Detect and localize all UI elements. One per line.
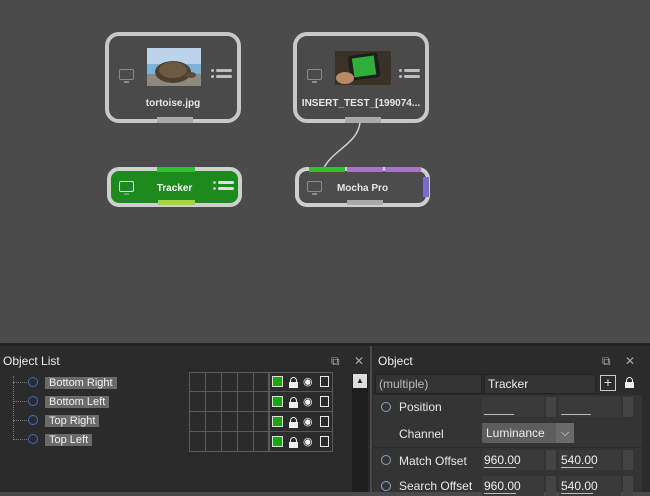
input-port[interactable] [157, 167, 195, 172]
restore-icon[interactable]: ⧉ [331, 354, 340, 369]
match-offset-y-field[interactable]: 540.00 [559, 450, 621, 470]
node-tracker[interactable]: Tracker [107, 167, 242, 207]
node-thumbnail [147, 48, 201, 86]
phone-greenscreen-image [335, 51, 391, 85]
restore-icon[interactable]: ⧉ [602, 354, 611, 369]
eye-icon[interactable]: ◉ [303, 437, 315, 448]
list-item-bottom-right[interactable]: Bottom Right [45, 377, 117, 389]
panel-title: Object List [3, 354, 60, 368]
tracker-object-icon [28, 377, 38, 387]
document-icon[interactable] [320, 436, 329, 447]
scrollbar[interactable]: ▲ [352, 374, 368, 492]
position-x-underline [484, 414, 514, 415]
eye-icon[interactable]: ◉ [303, 377, 315, 388]
eye-icon[interactable]: ◉ [303, 417, 315, 428]
add-button[interactable]: + [600, 375, 616, 391]
eye-icon[interactable]: ◉ [303, 397, 315, 408]
lock-icon[interactable] [289, 377, 298, 388]
match-offset-x-field[interactable]: 960.00 [482, 450, 544, 470]
node-label: INSERT_TEST_[199074... [301, 98, 421, 109]
object-status-grid: ◉ ◉ ◉ ◉ [189, 372, 333, 452]
output-port[interactable] [157, 117, 193, 123]
node-label: tortoise.jpg [145, 98, 201, 109]
search-offset-x-spinner[interactable] [546, 476, 556, 496]
tree-line [13, 376, 14, 440]
monitor-icon[interactable] [307, 69, 322, 83]
tracker-object-icon [28, 396, 38, 406]
output-port[interactable] [158, 200, 195, 205]
match-offset-y-spinner[interactable] [623, 450, 633, 470]
node-tortoise[interactable]: tortoise.jpg [105, 32, 241, 123]
grid-cell [189, 372, 269, 452]
node-mocha-pro[interactable]: Mocha Pro [295, 167, 430, 207]
list-item-top-right[interactable]: Top Right [45, 415, 100, 427]
node-thumbnail [335, 51, 391, 85]
search-offset-y-field[interactable]: 540.00 [559, 476, 621, 496]
list-item-top-left[interactable]: Top Left [45, 434, 93, 446]
input-port-3[interactable] [385, 167, 421, 172]
lock-icon[interactable] [289, 397, 298, 408]
position-y-field[interactable] [559, 397, 621, 417]
lock-icon[interactable] [625, 377, 634, 388]
channel-label: Channel [399, 427, 444, 441]
input-port-2[interactable] [347, 167, 383, 172]
chevron-down-icon[interactable]: ⌵ [556, 423, 574, 443]
document-icon[interactable] [320, 396, 329, 407]
node-insert-test[interactable]: INSERT_TEST_[199074... [293, 32, 429, 123]
node-label: Tracker [156, 183, 193, 194]
enabled-toggle[interactable] [272, 396, 283, 407]
tree-branch [13, 382, 27, 383]
tree-branch [13, 420, 27, 421]
tree-branch [13, 401, 27, 402]
position-label: Position [399, 400, 442, 414]
list-item-bottom-left[interactable]: Bottom Left [45, 396, 110, 408]
close-icon[interactable]: ✕ [354, 354, 364, 368]
tracker-name-field[interactable]: Tracker [484, 374, 596, 394]
position-y-underline [561, 414, 591, 415]
keyframe-clock-icon[interactable] [381, 402, 391, 412]
tracker-object-icon [28, 415, 38, 425]
panel-title: Object [378, 354, 413, 368]
tree-branch [13, 439, 27, 440]
output-port[interactable] [345, 117, 381, 123]
search-offset-y-spinner[interactable] [623, 476, 633, 496]
channel-select[interactable]: Luminance [482, 423, 556, 443]
output-port[interactable] [347, 200, 383, 205]
enabled-toggle[interactable] [272, 376, 283, 387]
keyframe-clock-icon[interactable] [381, 455, 391, 465]
scroll-up-button[interactable]: ▲ [353, 374, 367, 388]
node-graph[interactable]: tortoise.jpg INSERT_TEST_[199074... Trac… [0, 0, 650, 343]
node-ports-icon [211, 69, 232, 79]
node-label: Mocha Pro [336, 183, 389, 194]
position-x-spinner[interactable] [546, 397, 556, 417]
input-port-source[interactable] [309, 167, 345, 172]
search-offset-x-field[interactable]: 960.00 [482, 476, 544, 496]
close-icon[interactable]: ✕ [625, 354, 635, 368]
tracker-object-icon [28, 434, 38, 444]
lock-icon[interactable] [289, 437, 298, 448]
search-offset-label: Search Offset [399, 479, 473, 493]
tortoise-image [147, 48, 201, 86]
lock-icon[interactable] [289, 417, 298, 428]
document-icon[interactable] [320, 376, 329, 387]
enabled-toggle[interactable] [272, 416, 283, 427]
monitor-icon[interactable] [119, 69, 134, 83]
position-x-field[interactable] [482, 397, 544, 417]
node-ports-icon [399, 69, 420, 79]
enabled-toggle[interactable] [272, 436, 283, 447]
position-y-spinner[interactable] [623, 397, 633, 417]
keyframe-clock-icon[interactable] [381, 481, 391, 491]
match-offset-label: Match Offset [399, 454, 467, 468]
document-icon[interactable] [320, 416, 329, 427]
selection-field[interactable]: (multiple) [375, 374, 482, 394]
match-offset-x-spinner[interactable] [546, 450, 556, 470]
